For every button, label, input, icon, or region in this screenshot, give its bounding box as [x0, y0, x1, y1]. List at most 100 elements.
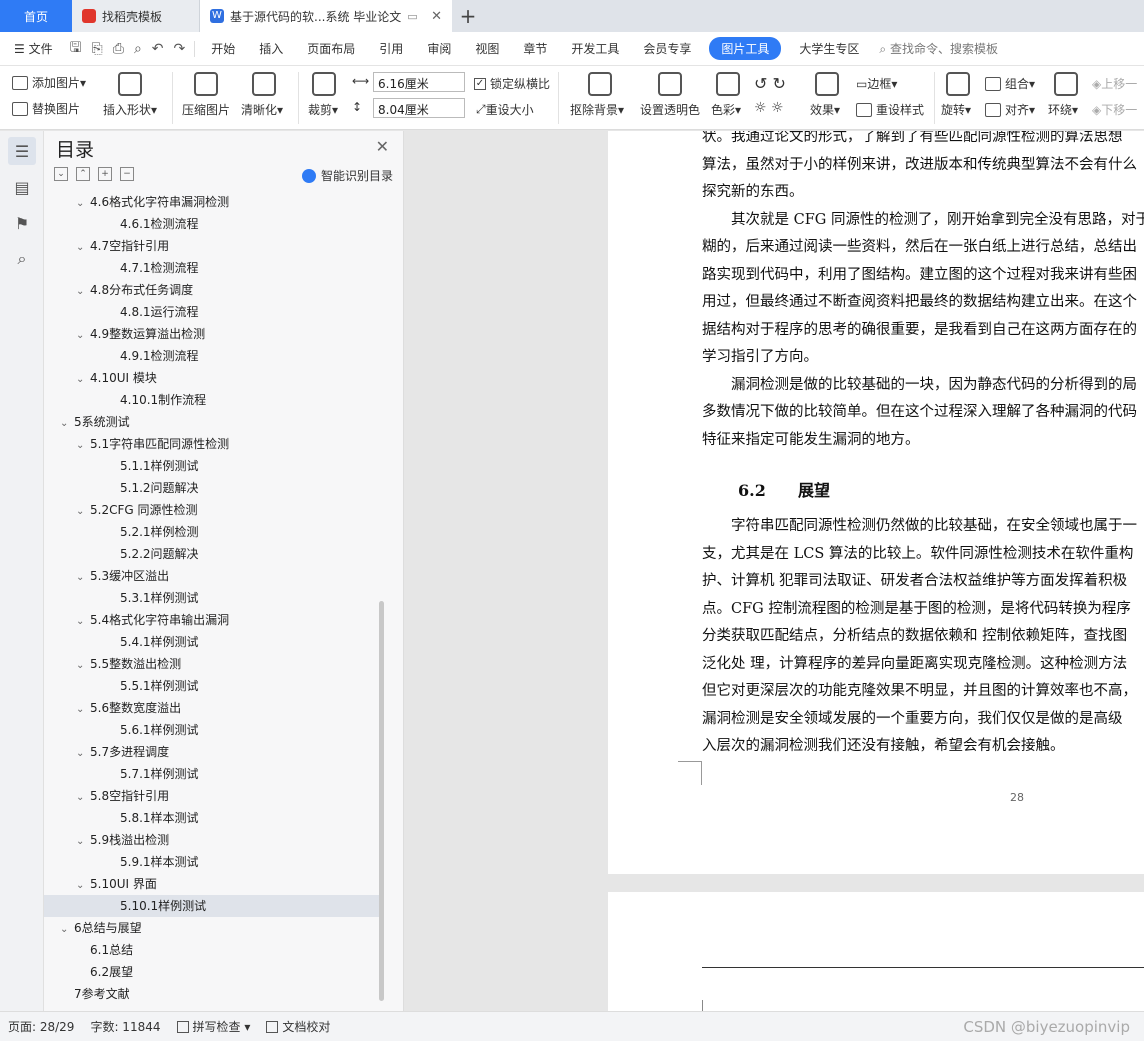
toc-item[interactable]: ⌄ 4.8分布式任务调度 — [44, 279, 380, 301]
insert-shape-button[interactable]: 插入形状 ▾ — [103, 101, 157, 118]
rotate-icon[interactable] — [946, 72, 970, 96]
file-menu[interactable]: ☰ 文件 — [0, 40, 65, 57]
chevron-down-icon[interactable]: ⌄ — [76, 875, 90, 897]
toc-item[interactable]: ⌄ 6总结与展望 — [44, 917, 380, 939]
toc-item[interactable]: 7参考文献 — [44, 983, 380, 1005]
compress-icon[interactable] — [194, 72, 218, 96]
toc-item[interactable]: 5.5.1样例测试 — [44, 675, 380, 697]
compress-button[interactable]: 压缩图片 — [182, 101, 230, 118]
toc-item[interactable]: ⌄ 5.7多进程调度 — [44, 741, 380, 763]
toc-item[interactable]: 4.9.1检测流程 — [44, 345, 380, 367]
close-icon[interactable]: ✕ — [376, 137, 389, 156]
toc-item[interactable]: ⌄ 5.3缓冲区溢出 — [44, 565, 380, 587]
next-page[interactable] — [608, 892, 1144, 1011]
document-page[interactable]: 28 状。我通过论文的形式，了解到了有些匹配同源性检测的算法思想 算法，虽然对于小… — [608, 131, 1144, 874]
toc-item[interactable]: ⌄ 4.9整数运算溢出检测 — [44, 323, 380, 345]
menu-member[interactable]: 会员专享 — [631, 40, 703, 57]
new-tab-button[interactable]: + — [452, 0, 484, 32]
toc-item[interactable]: 5.9.1样本测试 — [44, 851, 380, 873]
toc-item[interactable]: ⌄ 5.5整数溢出检测 — [44, 653, 380, 675]
rotate-button[interactable]: 旋转 ▾ — [941, 101, 971, 118]
navigation-icon[interactable]: ▤ — [8, 173, 36, 201]
toc-icon[interactable]: ☰ — [8, 137, 36, 165]
toc-item[interactable]: ⌄ 4.10UI 模块 — [44, 367, 380, 389]
remove-bg-icon[interactable] — [588, 72, 612, 96]
tab-document[interactable]: W 基于源代码的软...系统 毕业论文 ▭ ✕ — [200, 0, 452, 32]
bring-forward-button[interactable]: ◈ 上移一 — [1092, 75, 1137, 92]
toc-item[interactable]: ⌄ 5.2CFG 同源性检测 — [44, 499, 380, 521]
menu-view[interactable]: 视图 — [463, 40, 511, 57]
expand-icon[interactable]: ⌃ — [76, 167, 90, 181]
toc-item[interactable]: 5.2.1样例检测 — [44, 521, 380, 543]
toc-item[interactable]: 5.7.1样例测试 — [44, 763, 380, 785]
toc-item[interactable]: 6.2展望 — [44, 961, 380, 983]
chevron-down-icon[interactable]: ⌄ — [76, 193, 90, 215]
toc-item[interactable]: 5.6.1样例测试 — [44, 719, 380, 741]
sharpen-icon[interactable] — [252, 72, 276, 96]
chevron-down-icon[interactable]: ⌄ — [76, 831, 90, 853]
remove-icon[interactable]: − — [120, 167, 134, 181]
collapse-icon[interactable]: ⌄ — [54, 167, 68, 181]
redo-icon[interactable]: ↷ — [169, 41, 191, 57]
replace-image-button[interactable]: 替换图片 — [12, 100, 80, 117]
toc-item[interactable]: 4.7.1检测流程 — [44, 257, 380, 279]
menu-layout[interactable]: 页面布局 — [295, 40, 367, 57]
tab-template[interactable]: 找稻壳模板 — [72, 0, 200, 32]
toc-item[interactable]: 5.8.1样本测试 — [44, 807, 380, 829]
menu-review[interactable]: 审阅 — [415, 40, 463, 57]
chevron-down-icon[interactable]: ⌄ — [76, 611, 90, 633]
crop-icon[interactable] — [312, 72, 336, 96]
reset-size-button[interactable]: ⤢ 重设大小 — [476, 101, 534, 118]
toc-item[interactable]: ⌄ 5.10UI 界面 — [44, 873, 380, 895]
chevron-down-icon[interactable]: ⌄ — [76, 281, 90, 303]
effect-button[interactable]: 效果 ▾ — [810, 101, 840, 118]
chevron-down-icon[interactable]: ⌄ — [76, 435, 90, 457]
crop-button[interactable]: 裁剪 ▾ — [308, 101, 338, 118]
border-button[interactable]: ▭ 边框 ▾ — [856, 75, 897, 92]
height-field[interactable]: 8.04厘米 — [373, 98, 465, 118]
toc-item[interactable]: ⌄ 5.1字符串匹配同源性检测 — [44, 433, 380, 455]
remove-bg-button[interactable]: 抠除背景 ▾ — [570, 101, 624, 118]
save-icon[interactable]: 🖫 — [65, 37, 87, 61]
toc-item[interactable]: ⌄ 5.6整数宽度溢出 — [44, 697, 380, 719]
menu-developer[interactable]: 开发工具 — [559, 40, 631, 57]
align-button[interactable]: 对齐 ▾ — [985, 101, 1035, 118]
toc-item[interactable]: 5.3.1样例测试 — [44, 587, 380, 609]
smart-toc-button[interactable]: 智能识别目录 — [301, 167, 393, 184]
chevron-down-icon[interactable]: ⌄ — [76, 325, 90, 347]
toc-item[interactable]: 4.8.1运行流程 — [44, 301, 380, 323]
toc-item[interactable]: ⌄ 5系统测试 — [44, 411, 380, 433]
chevron-down-icon[interactable]: ⌄ — [76, 743, 90, 765]
toc-item[interactable]: 5.1.1样例测试 — [44, 455, 380, 477]
menu-insert[interactable]: 插入 — [247, 40, 295, 57]
chevron-down-icon[interactable]: ⌄ — [76, 655, 90, 677]
toc-item[interactable]: 5.1.2问题解决 — [44, 477, 380, 499]
toc-item[interactable]: ⌄ 5.4格式化字符串输出漏洞 — [44, 609, 380, 631]
wrap-icon[interactable] — [1054, 72, 1078, 96]
close-tab-icon[interactable]: ✕ — [431, 9, 442, 24]
toc-item[interactable]: 5.2.2问题解决 — [44, 543, 380, 565]
toc-item[interactable]: ⌄ 5.9栈溢出检测 — [44, 829, 380, 851]
color-button[interactable]: 色彩 ▾ — [711, 101, 741, 118]
menu-section[interactable]: 章节 — [511, 40, 559, 57]
print-icon[interactable]: ⎙ — [108, 41, 129, 57]
toc-item[interactable]: ⌄ 4.7空指针引用 — [44, 235, 380, 257]
wrap-button[interactable]: 环绕 ▾ — [1048, 101, 1078, 118]
spell-check-button[interactable]: 拼写检查 ▾ — [169, 1018, 259, 1035]
word-count[interactable]: 字数: 11844 — [82, 1018, 168, 1035]
lock-ratio-checkbox[interactable]: ✓ 锁定纵横比 — [474, 75, 550, 92]
rotate-left-icon[interactable]: ↺ ↻ — [754, 74, 786, 93]
undo-icon[interactable]: ↶ — [147, 41, 169, 57]
set-transparent-icon[interactable] — [658, 72, 682, 96]
toc-item[interactable]: ⌄ 4.6格式化字符串漏洞检测 — [44, 191, 380, 213]
menu-student[interactable]: 大学生专区 — [787, 40, 871, 57]
toc-item[interactable]: 4.10.1制作流程 — [44, 389, 380, 411]
proofread-button[interactable]: 文档校对 — [258, 1018, 338, 1035]
sharpen-button[interactable]: 清晰化 ▾ — [241, 101, 283, 118]
set-transparent-button[interactable]: 设置透明色 — [640, 101, 700, 118]
print-preview-icon[interactable]: ⌕ — [129, 41, 147, 57]
chevron-down-icon[interactable]: ⌄ — [76, 237, 90, 259]
toc-item[interactable]: ⌄ 5.8空指针引用 — [44, 785, 380, 807]
color-icon[interactable] — [716, 72, 740, 96]
export-icon[interactable]: ⎘ — [87, 41, 108, 57]
